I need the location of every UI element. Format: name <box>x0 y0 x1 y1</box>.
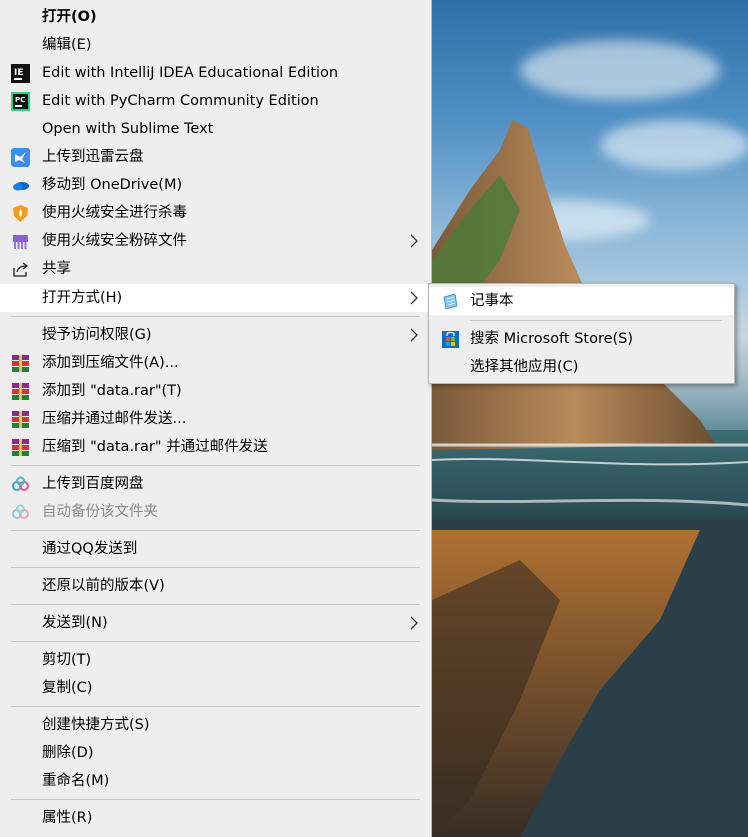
menu-item-label: 编辑(E) <box>42 37 92 53</box>
menu-item-label: Open with Sublime Text <box>42 121 214 137</box>
menu-item-edit[interactable]: 编辑(E) <box>0 31 431 59</box>
menu-separator <box>11 706 420 707</box>
menu-item-label: 添加到压缩文件(A)... <box>42 355 179 371</box>
menu-item-add-data-rar[interactable]: 添加到 "data.rar"(T) <box>0 377 431 405</box>
menu-item-upload-thunder[interactable]: 上传到迅雷云盘 <box>0 143 431 171</box>
menu-item-label: 还原以前的版本(V) <box>42 578 165 594</box>
menu-item-label: 移动到 OneDrive(M) <box>42 177 183 193</box>
menu-item-compress-email[interactable]: 压缩并通过邮件发送... <box>0 405 431 433</box>
menu-item-add-archive[interactable]: 添加到压缩文件(A)... <box>0 349 431 377</box>
menu-item-label: 授予访问权限(G) <box>42 327 152 343</box>
submenu-item-label: 记事本 <box>470 293 514 309</box>
menu-item-send-to[interactable]: 发送到(N) <box>0 609 431 637</box>
open-with-submenu: 记事本 搜索 Microsoft Store(S) 选择其他应用(C) <box>428 283 735 384</box>
menu-item-label: 删除(D) <box>42 745 94 761</box>
menu-item-open[interactable]: 打开(O) <box>0 3 431 31</box>
menu-item-edit-pycharm[interactable]: PC Edit with PyCharm Community Edition <box>0 87 431 115</box>
menu-item-label: 属性(R) <box>42 810 93 826</box>
menu-separator <box>11 641 420 642</box>
svg-text:PC: PC <box>15 96 25 104</box>
menu-item-rename[interactable]: 重命名(M) <box>0 767 431 795</box>
menu-item-label: 使用火绒安全进行杀毒 <box>42 205 187 221</box>
menu-item-label: 上传到迅雷云盘 <box>42 149 144 165</box>
winrar-icon <box>11 438 30 457</box>
baidu-netdisk-icon <box>11 503 30 522</box>
menu-item-label: 使用火绒安全粉碎文件 <box>42 233 187 249</box>
menu-item-properties[interactable]: 属性(R) <box>0 804 431 832</box>
menu-item-label: 剪切(T) <box>42 652 92 668</box>
menu-item-label: 通过QQ发送到 <box>42 541 138 557</box>
notepad-icon <box>441 292 460 311</box>
menu-item-label: 复制(C) <box>42 680 93 696</box>
thunder-cloud-icon <box>11 148 30 167</box>
menu-item-label: Edit with PyCharm Community Edition <box>42 93 319 109</box>
menu-separator <box>470 320 722 321</box>
submenu-item-label: 选择其他应用(C) <box>470 359 579 375</box>
menu-item-share[interactable]: 共享 <box>0 255 431 283</box>
intellij-icon: IE <box>11 64 30 83</box>
menu-item-label: 添加到 "data.rar"(T) <box>42 383 182 399</box>
menu-separator <box>11 316 420 317</box>
menu-item-compress-data-rar-email[interactable]: 压缩到 "data.rar" 并通过邮件发送 <box>0 433 431 461</box>
share-icon <box>11 260 30 279</box>
menu-item-label: 创建快捷方式(S) <box>42 717 150 733</box>
chevron-right-icon <box>410 291 418 305</box>
submenu-item-choose-other-app[interactable]: 选择其他应用(C) <box>429 353 734 381</box>
onedrive-icon <box>11 176 30 195</box>
menu-item-label: 打开方式(H) <box>42 290 123 306</box>
menu-separator <box>11 604 420 605</box>
menu-item-sublime[interactable]: Open with Sublime Text <box>0 115 431 143</box>
menu-item-auto-backup[interactable]: 自动备份该文件夹 <box>0 498 431 526</box>
svg-text:IE: IE <box>14 68 24 78</box>
chevron-right-icon <box>410 234 418 248</box>
menu-item-label: Edit with IntelliJ IDEA Educational Edit… <box>42 65 339 81</box>
pycharm-icon: PC <box>11 92 30 111</box>
shredder-icon <box>11 232 30 251</box>
menu-separator <box>11 465 420 466</box>
menu-item-create-shortcut[interactable]: 创建快捷方式(S) <box>0 711 431 739</box>
menu-item-label: 发送到(N) <box>42 615 108 631</box>
huorong-shield-icon <box>11 204 30 223</box>
menu-item-delete[interactable]: 删除(D) <box>0 739 431 767</box>
menu-item-onedrive[interactable]: 移动到 OneDrive(M) <box>0 171 431 199</box>
menu-item-baidu-upload[interactable]: 上传到百度网盘 <box>0 470 431 498</box>
menu-item-label: 重命名(M) <box>42 773 110 789</box>
menu-item-restore-versions[interactable]: 还原以前的版本(V) <box>0 572 431 600</box>
submenu-item-label: 搜索 Microsoft Store(S) <box>470 331 634 347</box>
menu-item-huorong-shred[interactable]: 使用火绒安全粉碎文件 <box>0 227 431 255</box>
menu-item-label: 自动备份该文件夹 <box>42 504 158 520</box>
menu-item-copy[interactable]: 复制(C) <box>0 674 431 702</box>
menu-item-label: 上传到百度网盘 <box>42 476 144 492</box>
menu-item-cut[interactable]: 剪切(T) <box>0 646 431 674</box>
menu-item-send-qq[interactable]: 通过QQ发送到 <box>0 535 431 563</box>
microsoft-store-icon <box>441 330 460 349</box>
context-menu: 打开(O) 编辑(E) IE Edit with IntelliJ IDEA E… <box>0 0 432 837</box>
menu-item-huorong-scan[interactable]: 使用火绒安全进行杀毒 <box>0 199 431 227</box>
submenu-item-microsoft-store[interactable]: 搜索 Microsoft Store(S) <box>429 325 734 353</box>
winrar-icon <box>11 382 30 401</box>
menu-item-label: 打开(O) <box>42 9 97 25</box>
menu-item-grant-access[interactable]: 授予访问权限(G) <box>0 321 431 349</box>
chevron-right-icon <box>410 616 418 630</box>
menu-separator <box>11 530 420 531</box>
menu-item-edit-intellij[interactable]: IE Edit with IntelliJ IDEA Educational E… <box>0 59 431 87</box>
winrar-icon <box>11 410 30 429</box>
menu-item-label: 共享 <box>42 261 71 277</box>
menu-item-open-with[interactable]: 打开方式(H) <box>0 284 431 312</box>
submenu-item-notepad[interactable]: 记事本 <box>429 287 734 315</box>
menu-separator <box>11 799 420 800</box>
menu-separator <box>11 567 420 568</box>
menu-item-label: 压缩并通过邮件发送... <box>42 411 187 427</box>
menu-item-label: 压缩到 "data.rar" 并通过邮件发送 <box>42 439 268 455</box>
winrar-icon <box>11 354 30 373</box>
baidu-netdisk-icon <box>11 475 30 494</box>
chevron-right-icon <box>410 328 418 342</box>
